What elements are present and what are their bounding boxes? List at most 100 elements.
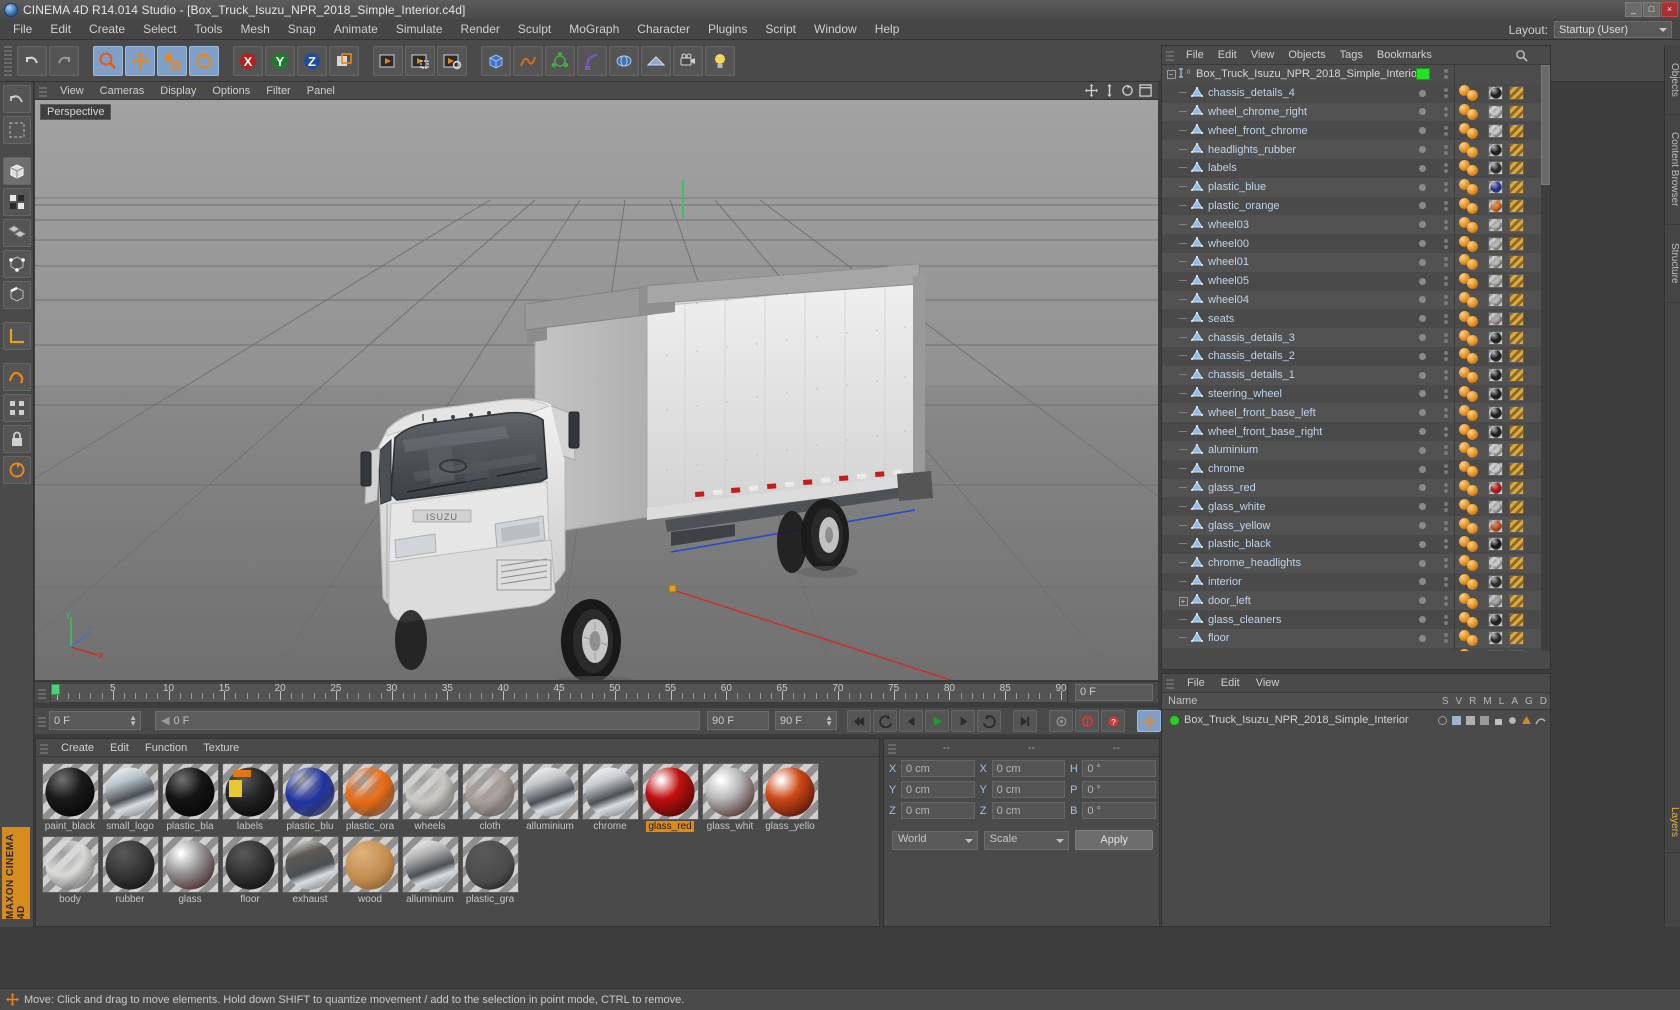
uvw-tag-icon[interactable]: [1509, 311, 1524, 326]
material-preview[interactable]: [281, 836, 339, 893]
visibility-dots[interactable]: [1410, 146, 1436, 154]
menu-render[interactable]: Render: [452, 20, 509, 38]
render-visibility-dots[interactable]: [1439, 482, 1453, 493]
editor-visibility-dot[interactable]: [1419, 108, 1426, 116]
visibility-dot-upper[interactable]: [1443, 445, 1448, 450]
close-button[interactable]: ×: [1661, 2, 1678, 17]
tree-expand-toggle[interactable]: ─: [1176, 313, 1190, 325]
object-row[interactable]: ─ wheel04: [1162, 290, 1550, 310]
render-visibility-dots[interactable]: [1439, 88, 1453, 99]
viewport-nav-icons[interactable]: [1085, 84, 1152, 97]
object-row[interactable]: ─ glass_white: [1162, 497, 1550, 517]
toolbar-grip[interactable]: [4, 45, 12, 76]
material-swatch[interactable]: plastic_gra: [460, 836, 520, 905]
material-tag-icon[interactable]: [1488, 198, 1503, 213]
uvw-tag-icon[interactable]: [1509, 612, 1524, 627]
material-menu-function[interactable]: Function: [137, 741, 195, 755]
editor-visibility-dot[interactable]: [1419, 202, 1426, 210]
material-grid[interactable]: paint_black small_logo plastic_bla labels pl…: [36, 757, 879, 909]
object-row[interactable]: ─ chrome: [1162, 459, 1550, 479]
object-row-tags[interactable]: [1408, 516, 1550, 535]
object-row[interactable]: ─ chassis_details_2: [1162, 346, 1550, 366]
visibility-dots[interactable]: [1410, 634, 1436, 642]
editor-visibility-dot[interactable]: [1419, 240, 1426, 248]
visibility-toggle-group[interactable]: [1408, 163, 1454, 174]
visibility-toggle-group[interactable]: [1408, 426, 1454, 437]
phong-tag-group[interactable]: [1457, 404, 1481, 421]
viewport-canvas[interactable]: ISUZU Y X Z: [35, 100, 1158, 680]
tree-expand-toggle[interactable]: ─: [1176, 238, 1190, 250]
visibility-dot-lower[interactable]: [1443, 357, 1448, 362]
visibility-dots[interactable]: [1410, 240, 1436, 248]
uvw-tag-icon[interactable]: [1509, 443, 1524, 458]
object-row[interactable]: ─ wheel03: [1162, 215, 1550, 235]
attribute-menu-view[interactable]: View: [1248, 676, 1288, 690]
timeline-grip[interactable]: [38, 687, 46, 699]
expand-icon[interactable]: +: [1178, 596, 1188, 606]
phong-tag-icon-secondary[interactable]: [1467, 578, 1478, 590]
search-icon[interactable]: [1515, 49, 1528, 62]
visibility-toggle-group[interactable]: [1408, 595, 1454, 606]
object-row-tags[interactable]: [1408, 252, 1550, 272]
coord-input-rot-h[interactable]: 0 °: [1082, 760, 1157, 777]
visibility-dot-upper[interactable]: [1443, 257, 1448, 262]
visibility-dots[interactable]: [1410, 183, 1436, 191]
attribute-manager-grip[interactable]: [1166, 677, 1174, 689]
phong-tag-group[interactable]: [1457, 479, 1481, 496]
visibility-toggle-group[interactable]: [1408, 351, 1454, 362]
tag-strip[interactable]: [1454, 365, 1550, 385]
editor-visibility-dot[interactable]: [1419, 296, 1426, 304]
step-forward-button[interactable]: [951, 710, 975, 732]
object-menu-file[interactable]: File: [1179, 48, 1211, 62]
editor-visibility-dot[interactable]: [1419, 597, 1426, 605]
coord-input-size-z[interactable]: 0 cm: [991, 802, 1066, 819]
material-tag-icon[interactable]: [1488, 142, 1503, 157]
visibility-toggle-group[interactable]: [1408, 370, 1454, 381]
material-preview[interactable]: [221, 763, 279, 820]
visibility-toggle-group[interactable]: [1408, 200, 1454, 211]
material-swatch[interactable]: glass_whit: [700, 763, 760, 832]
visibility-dot-lower[interactable]: [1443, 263, 1448, 268]
material-tag-icon[interactable]: [1488, 499, 1503, 514]
tag-strip[interactable]: [1454, 610, 1550, 629]
phong-tag-icon-secondary[interactable]: [1467, 447, 1478, 459]
visibility-dots[interactable]: [1410, 540, 1436, 548]
phong-tag-group[interactable]: [1457, 498, 1481, 515]
render-visibility-dots[interactable]: [1439, 576, 1453, 587]
render-visibility-dots[interactable]: [1439, 520, 1453, 531]
visibility-toggle-group[interactable]: [1408, 68, 1454, 81]
position-key-button[interactable]: [1137, 710, 1161, 732]
render-visibility-dots[interactable]: [1439, 407, 1453, 418]
tree-expand-toggle[interactable]: ─: [1176, 482, 1190, 494]
timeline-track[interactable]: 051015202530354045505560657075808590: [50, 683, 1068, 703]
phong-tag-icon-secondary[interactable]: [1467, 372, 1478, 384]
tree-expand-toggle[interactable]: ─: [1176, 388, 1190, 400]
visibility-toggle-group[interactable]: [1408, 106, 1454, 117]
visibility-toggle-group[interactable]: [1408, 257, 1454, 268]
tag-strip[interactable]: [1454, 328, 1550, 347]
material-tag-icon[interactable]: [1488, 405, 1503, 420]
attribute-menu-edit[interactable]: Edit: [1213, 676, 1248, 690]
tree-expand-toggle[interactable]: ─: [1176, 632, 1190, 644]
lock-y-axis-button[interactable]: Y: [265, 45, 295, 76]
lock-z-axis-button[interactable]: Z: [297, 45, 327, 76]
uvw-tag-icon[interactable]: [1509, 274, 1524, 289]
editor-visibility-dot[interactable]: [1419, 183, 1426, 191]
tag-strip[interactable]: [1454, 516, 1550, 535]
tag-strip[interactable]: [1454, 102, 1550, 122]
visibility-dot-lower[interactable]: [1443, 169, 1448, 174]
phong-tag-icon-secondary[interactable]: [1467, 616, 1478, 628]
object-row-tags[interactable]: [1408, 610, 1550, 629]
object-row[interactable]: ─ chassis_details_3: [1162, 328, 1550, 347]
object-menu-bookmarks[interactable]: Bookmarks: [1370, 48, 1439, 62]
object-row[interactable]: ─ headlights_rubber: [1162, 140, 1550, 159]
menu-select[interactable]: Select: [134, 20, 185, 38]
viewport-menu-options[interactable]: Options: [204, 84, 258, 98]
phong-tag-icon-secondary[interactable]: [1467, 184, 1478, 196]
phong-tag-icon-secondary[interactable]: [1467, 484, 1478, 496]
phong-tag-group[interactable]: [1457, 329, 1481, 346]
current-frame-input[interactable]: 0 F ▲ ▼: [49, 711, 141, 730]
tree-expand-toggle[interactable]: ─: [1176, 106, 1190, 118]
camera-object-button[interactable]: [673, 45, 703, 76]
object-row-tags[interactable]: [1408, 591, 1550, 611]
